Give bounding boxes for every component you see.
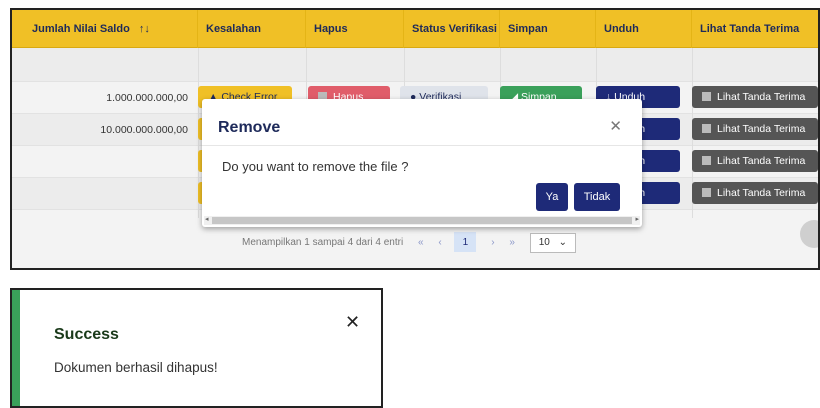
pagination-info: Menampilkan 1 sampai 4 dari 4 entri bbox=[242, 237, 404, 248]
sort-icon[interactable]: ↑↓ bbox=[139, 23, 150, 35]
success-toast: Success Dokumen berhasil dihapus! ✕ bbox=[10, 288, 383, 408]
header-unduh: Unduh bbox=[596, 10, 692, 48]
close-icon[interactable]: ✕ bbox=[609, 117, 622, 135]
header-status-verifikasi: Status Verifikasi bbox=[404, 10, 500, 48]
floating-button[interactable] bbox=[800, 220, 818, 248]
header-hapus: Hapus bbox=[306, 10, 404, 48]
saldo-value: 10.000.000.000,00 bbox=[100, 124, 188, 136]
document-icon bbox=[702, 156, 711, 165]
horizontal-scrollbar[interactable]: ◂ ▸ bbox=[204, 216, 640, 225]
last-page-button[interactable]: » bbox=[509, 232, 515, 254]
lihat-tanda-terima-button[interactable]: Lihat Tanda Terima bbox=[692, 182, 818, 204]
yes-button[interactable]: Ya bbox=[536, 183, 568, 211]
document-icon bbox=[702, 188, 711, 197]
scroll-right-icon[interactable]: ▸ bbox=[635, 215, 639, 223]
no-button[interactable]: Tidak bbox=[574, 183, 620, 211]
table-header: Jumlah Nilai Saldo ↑↓ Kesalahan Hapus St… bbox=[12, 10, 818, 48]
page-size-select[interactable]: 10 ⌄ bbox=[529, 233, 576, 253]
modal-divider bbox=[202, 145, 642, 146]
remove-modal: Remove ✕ Do you want to remove the file … bbox=[202, 99, 642, 227]
header-kesalahan: Kesalahan bbox=[198, 10, 306, 48]
document-icon bbox=[702, 124, 711, 133]
header-lihat-tanda-terima: Lihat Tanda Terima bbox=[700, 23, 800, 35]
pagination: Menampilkan 1 sampai 4 dari 4 entri « ‹ … bbox=[242, 232, 576, 254]
lihat-tanda-terima-button[interactable]: Lihat Tanda Terima bbox=[692, 86, 818, 108]
next-page-button[interactable]: › bbox=[491, 232, 494, 254]
page-1-button[interactable]: 1 bbox=[454, 232, 477, 252]
saldo-value: 1.000.000.000,00 bbox=[106, 92, 188, 104]
toast-accent-bar bbox=[12, 290, 20, 406]
table-row bbox=[12, 48, 818, 82]
prev-page-button[interactable]: ‹ bbox=[438, 232, 441, 254]
toast-message: Dokumen berhasil dihapus! bbox=[54, 360, 218, 375]
scrollbar-thumb[interactable] bbox=[212, 217, 632, 224]
close-icon[interactable]: ✕ bbox=[345, 312, 360, 333]
modal-message: Do you want to remove the file ? bbox=[222, 159, 409, 174]
chevron-down-icon: ⌄ bbox=[558, 237, 567, 248]
header-jumlah-nilai-saldo[interactable]: Jumlah Nilai Saldo ↑↓ bbox=[12, 10, 198, 48]
lihat-tanda-terima-button[interactable]: Lihat Tanda Terima bbox=[692, 150, 818, 172]
first-page-button[interactable]: « bbox=[418, 232, 424, 254]
lihat-tanda-terima-button[interactable]: Lihat Tanda Terima bbox=[692, 118, 818, 140]
toast-title: Success bbox=[54, 326, 119, 343]
modal-title: Remove bbox=[218, 119, 281, 136]
scroll-left-icon[interactable]: ◂ bbox=[205, 215, 209, 223]
table-screenshot-panel: Jumlah Nilai Saldo ↑↓ Kesalahan Hapus St… bbox=[10, 8, 820, 270]
document-icon bbox=[702, 92, 711, 101]
header-simpan: Simpan bbox=[500, 10, 596, 48]
